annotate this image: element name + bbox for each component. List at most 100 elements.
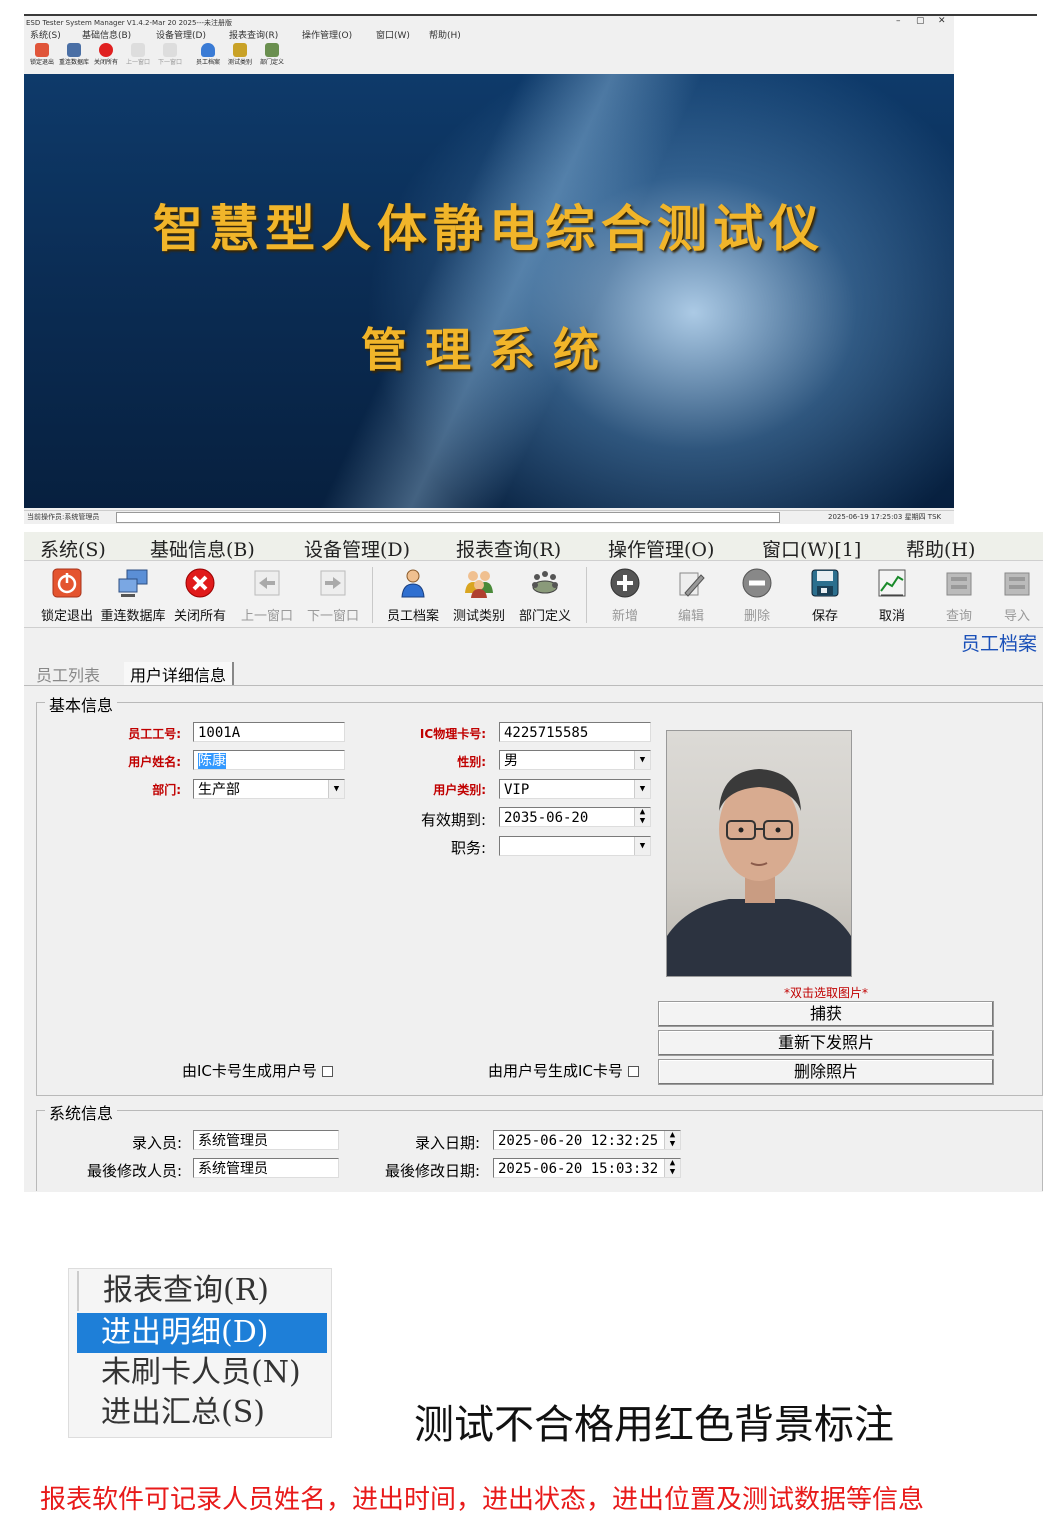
menu-operation[interactable]: 操作管理(O) <box>302 28 352 41</box>
spinner-icon[interactable]: ▲ ▼ <box>634 808 650 826</box>
menu-item-inout-detail[interactable]: 进出明细(D) <box>77 1313 327 1353</box>
close-window-button[interactable]: ✕ <box>938 16 946 26</box>
status-bar: 当前操作员:系统管理员 2025-06-19 17:25:03 星期四 TSK <box>24 510 954 523</box>
query-button[interactable]: 查询 <box>926 565 992 625</box>
import-button[interactable]: 导入 <box>990 565 1043 625</box>
lock-exit-button[interactable]: 锁定退出 <box>26 43 58 66</box>
maximize-button[interactable]: ▢ <box>916 16 925 26</box>
menu-item-inout-summary[interactable]: 进出汇总(S) <box>77 1393 327 1433</box>
valid-until-label: 有效期到: <box>420 811 486 829</box>
entry-date-label: 录入日期: <box>414 1134 480 1152</box>
computer-icon <box>67 43 81 57</box>
plus-icon <box>609 567 641 599</box>
chevron-down-icon[interactable]: ▼ <box>634 780 650 798</box>
name-field[interactable]: 陈康 <box>193 750 345 770</box>
delete-photo-button[interactable]: 删除照片 <box>658 1059 994 1085</box>
close-all-button[interactable]: 关闭所有 <box>167 565 233 625</box>
menu-window[interactable]: 窗口(W)[1] <box>762 535 861 562</box>
modify-date-field[interactable]: 2025-06-20 15:03:32 ▲ ▼ <box>493 1158 681 1178</box>
meeting-icon <box>265 43 279 57</box>
spinner-icon[interactable]: ▲ ▼ <box>664 1131 680 1149</box>
valid-until-field[interactable]: 2035-06-20 ▲ ▼ <box>499 807 651 827</box>
gender-select[interactable]: 男 ▼ <box>499 750 651 770</box>
tab-divider <box>24 685 1043 686</box>
lock-exit-button[interactable]: 锁定退出 <box>34 565 100 625</box>
close-icon <box>99 43 113 57</box>
close-all-button[interactable]: 关闭所有 <box>90 43 122 66</box>
employee-button[interactable]: 员工档案 <box>192 43 224 66</box>
entry-user-label: 录入员: <box>131 1134 182 1152</box>
menu-basic-info[interactable]: 基础信息(B) <box>150 535 255 562</box>
chevron-down-icon[interactable]: ▼ <box>634 837 650 855</box>
group-icon <box>233 43 247 57</box>
toolbar-separator <box>586 567 587 623</box>
menu-device[interactable]: 设备管理(D) <box>156 28 206 41</box>
menu-system[interactable]: 系统(S) <box>30 28 61 41</box>
person-icon <box>397 567 429 599</box>
close-icon <box>184 567 216 599</box>
test-type-button[interactable]: 测试类别 <box>446 565 512 625</box>
tab-employee-list[interactable]: 员工列表 <box>36 662 100 686</box>
entry-date-field[interactable]: 2025-06-20 12:32:25 ▲ ▼ <box>493 1130 681 1150</box>
edit-button[interactable]: 编辑 <box>658 565 724 625</box>
spinner-icon[interactable]: ▲ ▼ <box>664 1159 680 1177</box>
duty-select[interactable]: ▼ <box>499 836 651 856</box>
report-menu-dropdown: 报表查询(R) 进出明细(D) 未刷卡人员(N) 进出汇总(S) <box>68 1268 332 1438</box>
gender-value: 男 <box>504 753 518 769</box>
main-menu-bar: 系统(S) 基础信息(B) 设备管理(D) 报表查询(R) 操作管理(O) 窗口… <box>24 532 1043 561</box>
menu-basic-info[interactable]: 基础信息(B) <box>82 28 131 41</box>
next-window-button[interactable]: 下一窗口 <box>154 43 186 66</box>
entry-user-field[interactable]: 系统管理员 <box>193 1130 339 1150</box>
floppy-icon <box>809 567 841 599</box>
reconnect-db-button[interactable]: 重连数据库 <box>58 43 90 66</box>
department-button[interactable]: 部门定义 <box>256 43 288 66</box>
test-type-button[interactable]: 测试类别 <box>224 43 256 66</box>
status-operator: 当前操作员:系统管理员 <box>27 513 100 521</box>
menu-system[interactable]: 系统(S) <box>40 535 106 562</box>
menu-bar: 系统(S) 基础信息(B) 设备管理(D) 报表查询(R) 操作管理(O) 窗口… <box>24 28 954 41</box>
window-border <box>24 14 1037 16</box>
capture-button[interactable]: 捕获 <box>658 1001 994 1027</box>
cancel-button[interactable]: 取消 <box>859 565 925 625</box>
prev-window-button[interactable]: 上一窗口 <box>122 43 154 66</box>
department-button[interactable]: 部门定义 <box>512 565 578 625</box>
arrow-left-icon <box>251 567 283 599</box>
user-photo[interactable] <box>666 730 852 977</box>
reconnect-db-button[interactable]: 重连数据库 <box>100 565 166 625</box>
user-type-select[interactable]: VIP ▼ <box>499 779 651 799</box>
toolbar-separator <box>372 567 373 623</box>
main-toolbar: 锁定退出 重连数据库 关闭所有 上一窗口 下一窗口 员工档案 测试类别 部门定义… <box>24 561 1043 628</box>
menu-item-unswiped[interactable]: 未刷卡人员(N) <box>77 1353 327 1393</box>
chevron-down-icon[interactable]: ▼ <box>328 780 344 798</box>
resend-photo-button[interactable]: 重新下发照片 <box>658 1030 994 1056</box>
modifier-field[interactable]: 系统管理员 <box>193 1158 339 1178</box>
menu-help[interactable]: 帮助(H) <box>906 535 975 562</box>
menu-operation[interactable]: 操作管理(O) <box>608 535 714 562</box>
chevron-down-icon[interactable]: ▼ <box>634 751 650 769</box>
power-icon <box>51 567 83 599</box>
portrait-image <box>667 769 851 976</box>
menu-window[interactable]: 窗口(W) <box>376 28 410 41</box>
emp-no-field[interactable]: 1001A <box>193 722 345 742</box>
splash-subtitle: 管理系统 <box>361 323 617 377</box>
next-window-button[interactable]: 下一窗口 <box>300 565 366 625</box>
import-icon <box>1001 567 1033 599</box>
menu-help[interactable]: 帮助(H) <box>429 28 461 41</box>
minimize-button[interactable]: – <box>896 16 901 26</box>
ic-to-user-checkbox[interactable] <box>321 1066 333 1077</box>
menu-report[interactable]: 报表查询(R) <box>456 535 561 562</box>
delete-button[interactable]: 删除 <box>724 565 790 625</box>
menu-device[interactable]: 设备管理(D) <box>304 535 410 562</box>
add-button[interactable]: 新增 <box>592 565 658 625</box>
save-button[interactable]: 保存 <box>792 565 858 625</box>
tab-user-detail[interactable]: 用户详细信息 <box>124 662 235 686</box>
ic-to-user-option[interactable]: 由IC卡号生成用户号 <box>182 1060 333 1081</box>
prev-window-button[interactable]: 上一窗口 <box>234 565 300 625</box>
user-to-ic-checkbox[interactable] <box>627 1066 639 1077</box>
dept-select[interactable]: 生产部 ▼ <box>193 779 345 799</box>
menu-report[interactable]: 报表查询(R) <box>229 28 278 41</box>
user-to-ic-option[interactable]: 由用户号生成IC卡号 <box>488 1060 639 1081</box>
ic-card-field[interactable]: 4225715585 <box>499 722 651 742</box>
employee-button[interactable]: 员工档案 <box>380 565 446 625</box>
report-menu-header[interactable]: 报表查询(R) <box>77 1271 327 1311</box>
